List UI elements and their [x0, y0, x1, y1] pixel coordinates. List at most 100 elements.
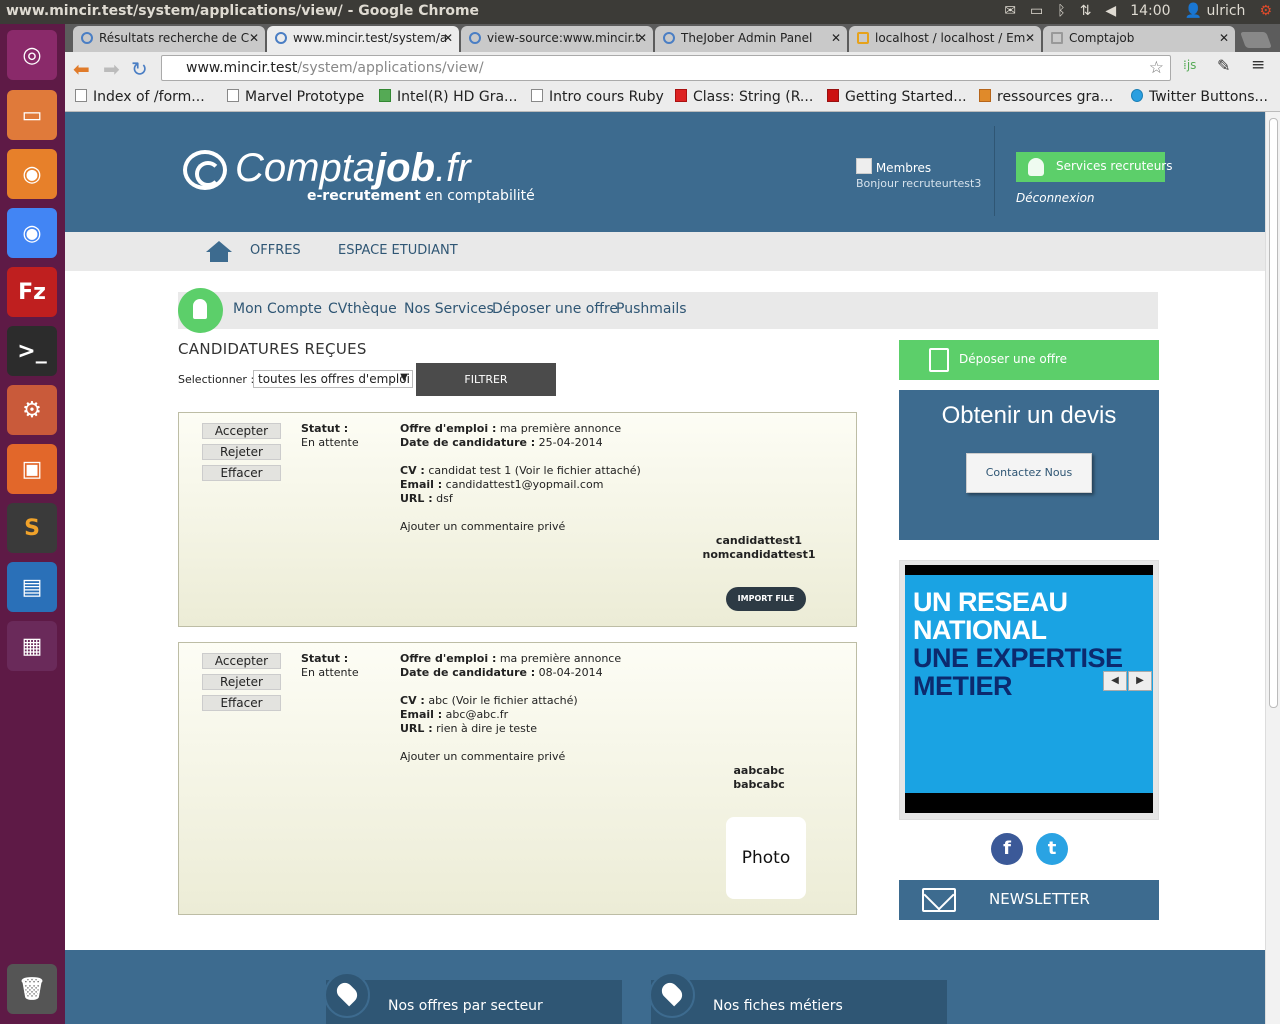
tab-favicon: [81, 32, 93, 44]
firefox-icon[interactable]: ◉: [7, 149, 57, 199]
bookmark-item[interactable]: Marvel Prototype: [227, 89, 364, 105]
close-icon[interactable]: ✕: [443, 31, 453, 45]
page-scrollbar[interactable]: [1265, 112, 1280, 1024]
unity-launcher: ◎ ▭ ◉ ◉ Fz >_ ⚙ ▣ S ▤ ▦ 🗑: [0, 24, 65, 1024]
battery-icon[interactable]: ▭: [1030, 3, 1043, 19]
software-center-icon[interactable]: ▣: [7, 444, 57, 494]
bookmark-star-icon[interactable]: ☆: [1149, 58, 1164, 78]
cv-link[interactable]: CV : abc (Voir le fichier attaché): [400, 694, 578, 708]
slider-prev-icon[interactable]: ◀: [1103, 671, 1127, 691]
tab-label: Résultats recherche de C: [99, 31, 250, 45]
newsletter-button[interactable]: NEWSLETTER: [899, 880, 1159, 920]
delete-button[interactable]: Effacer: [202, 465, 281, 481]
new-tab-button[interactable]: [1240, 32, 1272, 48]
import-file-button[interactable]: IMPORT FILE: [726, 587, 806, 611]
subnav-mon-compte[interactable]: Mon Compte: [233, 301, 322, 317]
url-line: URL : rien à dire je teste: [400, 722, 537, 735]
browser-tab[interactable]: view-source:www.mincir.t ✕: [461, 26, 653, 52]
add-comment-link[interactable]: Ajouter un commentaire privé: [400, 750, 565, 764]
terminal-icon[interactable]: >_: [7, 326, 57, 376]
dropdown-arrow-icon: ▼: [400, 372, 408, 383]
network-icon[interactable]: ⇅: [1080, 3, 1092, 19]
ubuntu-dash-icon[interactable]: ◎: [7, 30, 57, 80]
clock[interactable]: 14:00: [1130, 3, 1170, 19]
files-icon[interactable]: ▭: [7, 90, 57, 140]
offer-select[interactable]: toutes les offres d'emploi ▼: [253, 370, 413, 388]
bookmark-item[interactable]: Class: String (R...: [675, 89, 813, 105]
page-title: CANDIDATURES REÇUES: [178, 340, 367, 358]
facebook-icon[interactable]: f: [991, 833, 1023, 865]
js-extension-icon[interactable]: ⁞js: [1183, 58, 1196, 72]
sublime-text-icon[interactable]: S: [7, 503, 57, 553]
browser-tab[interactable]: TheJober Admin Panel ✕: [655, 26, 847, 52]
browser-tab[interactable]: localhost / localhost / Em ✕: [849, 26, 1041, 52]
nav-offres[interactable]: OFFRES: [250, 243, 301, 258]
scrollbar-thumb[interactable]: [1269, 118, 1278, 708]
close-icon[interactable]: ✕: [1219, 31, 1229, 45]
subnav-pushmails[interactable]: Pushmails: [616, 301, 687, 317]
dropper-extension-icon[interactable]: ✎: [1217, 56, 1230, 75]
bookmark-item[interactable]: Intel(R) HD Gra...: [379, 89, 517, 105]
close-icon[interactable]: ✕: [831, 31, 841, 45]
delete-button[interactable]: Effacer: [202, 695, 281, 711]
workspace-switcher-icon[interactable]: ▦: [7, 621, 57, 671]
browser-tab[interactable]: Résultats recherche de C ✕: [73, 26, 265, 52]
bookmarks-bar: Index of /form... Marvel Prototype Intel…: [65, 84, 1280, 112]
back-icon[interactable]: ⬅: [73, 57, 90, 81]
ad-banner[interactable]: UN RESEAU NATIONAL UNE EXPERTISE METIER …: [905, 575, 1153, 793]
browser-tab[interactable]: Comptajob ✕: [1043, 26, 1235, 52]
power-icon[interactable]: ⚙: [1259, 3, 1272, 19]
bookmark-item[interactable]: Intro cours Ruby: [531, 89, 664, 105]
page-icon: [75, 89, 87, 102]
close-icon[interactable]: ✕: [1025, 31, 1035, 45]
bookmark-item[interactable]: Twitter Buttons...: [1131, 89, 1268, 105]
services-recruteurs-button[interactable]: Services recruteurs: [1016, 152, 1172, 182]
ad-line: UNE EXPERTISE: [913, 643, 1123, 673]
twitter-icon[interactable]: t: [1036, 833, 1068, 865]
reject-button[interactable]: Rejeter: [202, 674, 281, 690]
home-icon[interactable]: [206, 241, 232, 263]
bookmark-item[interactable]: ressources gra...: [979, 89, 1113, 105]
member-info: Membres Bonjour recruteurtest3: [856, 158, 981, 191]
mail-icon[interactable]: ✉: [1004, 3, 1016, 19]
folder-icon: [979, 89, 991, 102]
cv-link[interactable]: CV : candidat test 1 (Voir le fichier at…: [400, 464, 641, 478]
bookmark-label: Intel(R) HD Gra...: [397, 89, 518, 105]
volume-icon[interactable]: ◀: [1105, 3, 1116, 19]
menu-icon[interactable]: ≡: [1251, 55, 1265, 75]
footer-offres-secteur[interactable]: Nos offres par secteur: [324, 972, 622, 1024]
bluetooth-icon[interactable]: ᛒ: [1057, 3, 1065, 19]
tab-label: Comptajob: [1069, 31, 1135, 45]
trash-icon[interactable]: 🗑: [7, 964, 57, 1014]
newsletter-label: NEWSLETTER: [989, 890, 1090, 908]
subnav-deposer-offre[interactable]: Déposer une offre: [492, 301, 618, 317]
logout-link[interactable]: Déconnexion: [1016, 191, 1095, 205]
close-icon[interactable]: ✕: [637, 31, 647, 45]
slider-next-icon[interactable]: ▶: [1128, 671, 1152, 691]
subnav-nos-services[interactable]: Nos Services: [404, 301, 494, 317]
filezilla-icon[interactable]: Fz: [7, 267, 57, 317]
browser-tab-active[interactable]: www.mincir.test/system/a ✕: [267, 26, 459, 52]
filter-button[interactable]: FILTRER: [416, 363, 556, 396]
user-menu[interactable]: 👤 ulrich: [1185, 3, 1246, 19]
deposer-offre-button[interactable]: Déposer une offre: [899, 340, 1159, 380]
reload-icon[interactable]: ↻: [131, 57, 148, 81]
bookmark-item[interactable]: Getting Started...: [827, 89, 967, 105]
close-icon[interactable]: ✕: [249, 31, 259, 45]
bookmark-item[interactable]: Index of /form...: [75, 89, 205, 105]
add-comment-link[interactable]: Ajouter un commentaire privé: [400, 520, 565, 534]
candidate-photo[interactable]: Photo: [726, 817, 806, 899]
chrome-icon[interactable]: ◉: [7, 208, 57, 258]
page-icon: [227, 89, 239, 102]
subnav-cvtheque[interactable]: CVthèque: [328, 301, 397, 317]
reject-button[interactable]: Rejeter: [202, 444, 281, 460]
forward-icon[interactable]: ➡: [103, 57, 120, 81]
settings-icon[interactable]: ⚙: [7, 385, 57, 435]
contact-button[interactable]: Contactez Nous: [966, 453, 1092, 493]
address-bar[interactable]: www.mincir.test/system/applications/view…: [161, 55, 1171, 81]
accept-button[interactable]: Accepter: [202, 423, 281, 439]
nav-espace-etudiant[interactable]: ESPACE ETUDIANT: [338, 243, 458, 258]
writer-icon[interactable]: ▤: [7, 562, 57, 612]
accept-button[interactable]: Accepter: [202, 653, 281, 669]
footer-fiches-metiers[interactable]: Nos fiches métiers: [649, 972, 947, 1024]
